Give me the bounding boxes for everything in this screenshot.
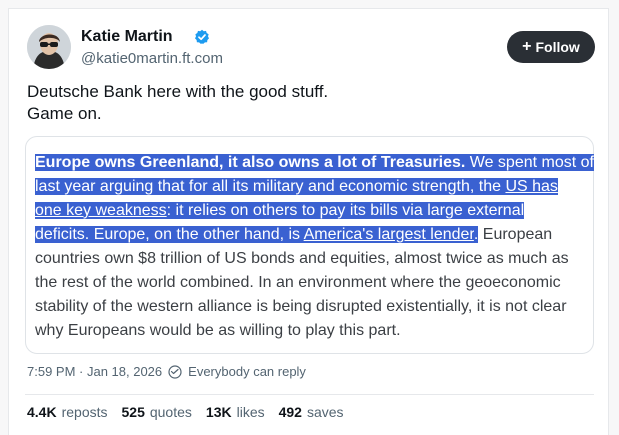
post-text: Deutsche Bank here with the good stuff. …	[27, 81, 587, 125]
likes-count: 13K	[205, 404, 232, 420]
avatar-photo	[27, 25, 71, 69]
verified-badge-icon	[195, 29, 209, 44]
post-text-line: Game on.	[27, 104, 102, 123]
excerpt-headline: Europe owns Greenland, it also owns a lo…	[35, 154, 466, 171]
author-handle[interactable]: @katie0martin.ft.com	[81, 49, 223, 69]
quoted-excerpt-text: Europe owns Greenland, it also owns a lo…	[35, 151, 594, 343]
engagement-stats: 4.4K reposts 525 quotes 13K likes 492 sa…	[27, 403, 344, 421]
saves-label: saves	[306, 404, 344, 420]
excerpt-highlight: deficits. Europe, on the other hand, is	[35, 226, 304, 243]
follow-label: Follow	[535, 39, 580, 55]
reposts-count: 4.4K	[27, 404, 57, 420]
avatar[interactable]	[27, 25, 71, 69]
quoted-excerpt[interactable]: Europe owns Greenland, it also owns a lo…	[25, 136, 594, 354]
plus-icon: +	[522, 38, 532, 55]
follow-button[interactable]: + Follow	[507, 31, 595, 63]
quotes-stat[interactable]: 525 quotes	[122, 403, 192, 421]
saves-count: 492	[278, 404, 302, 420]
quotes-count: 525	[121, 404, 145, 420]
reposts-label: reposts	[61, 404, 108, 420]
excerpt-line: Europe owns Greenland, it also owns a lo…	[35, 151, 594, 175]
saves-stat[interactable]: 492 saves	[279, 403, 344, 421]
quotes-label: quotes	[149, 404, 192, 420]
reposts-stat[interactable]: 4.4K reposts	[27, 403, 108, 421]
post-card: Katie Martin @katie0martin.ft.com + Foll…	[8, 8, 609, 435]
excerpt-line: last year arguing that for all its milit…	[35, 175, 587, 199]
excerpt-line: the rest of the world combined. In an en…	[35, 274, 561, 291]
largest-lender-link[interactable]: America's largest lender	[303, 226, 474, 243]
likes-stat[interactable]: 13K likes	[206, 403, 265, 421]
post-meta: 7:59 PM · Jan 18, 2026 Everybody can rep…	[27, 363, 306, 381]
timestamp[interactable]: 7:59 PM · Jan 18, 2026	[27, 363, 162, 381]
excerpt-line: deficits. Europe, on the other hand, is …	[35, 223, 587, 247]
us-weakness-link[interactable]: US has	[505, 178, 558, 195]
author-name[interactable]: Katie Martin	[81, 27, 173, 47]
excerpt-line: countries own $8 trillion of US bonds an…	[35, 250, 569, 267]
excerpt-highlight: last year arguing that for all its milit…	[35, 178, 506, 195]
excerpt-line: stability of the western alliance is bei…	[35, 298, 567, 315]
excerpt-line: why Europeans would be as willing to pla…	[35, 322, 401, 339]
excerpt-highlight: We spent most of	[465, 154, 594, 171]
post-text-line: Deutsche Bank here with the good stuff.	[27, 82, 329, 101]
divider	[25, 394, 594, 395]
globe-icon	[168, 365, 182, 379]
likes-label: likes	[236, 404, 265, 420]
excerpt-text: European	[478, 226, 553, 243]
excerpt-highlight: : it relies on others to pay its bills v…	[166, 202, 525, 219]
reply-setting: Everybody can reply	[188, 364, 306, 379]
excerpt-line: one key weakness: it relies on others to…	[35, 199, 587, 223]
us-weakness-link[interactable]: one key weakness	[35, 202, 167, 219]
